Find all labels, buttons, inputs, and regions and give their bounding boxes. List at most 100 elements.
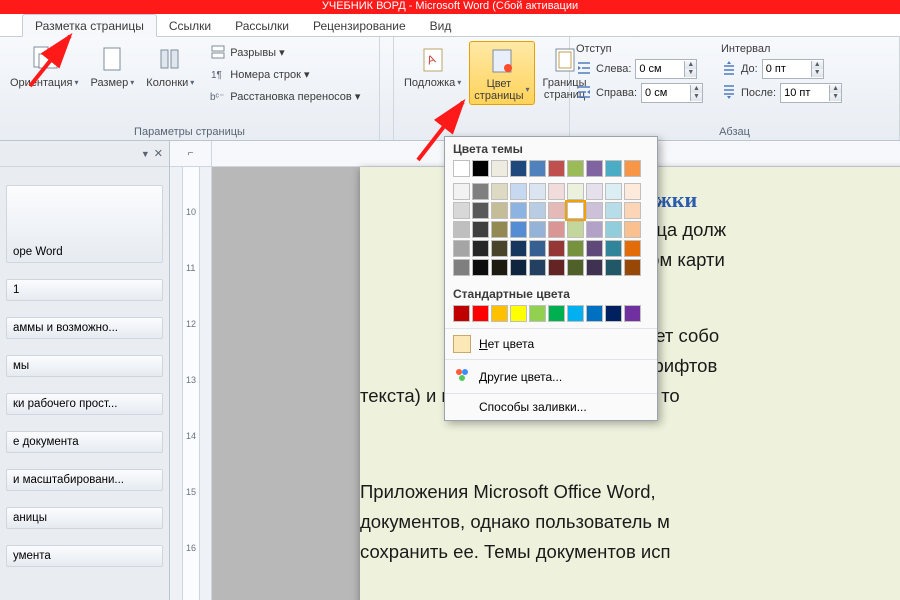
nav-item[interactable]: аницы: [6, 507, 163, 529]
color-swatch[interactable]: [453, 160, 470, 177]
color-swatch[interactable]: [491, 183, 508, 200]
color-swatch[interactable]: [510, 305, 527, 322]
color-swatch[interactable]: [586, 259, 603, 276]
spin-up-icon[interactable]: ▲: [812, 61, 823, 69]
color-swatch[interactable]: [605, 240, 622, 257]
more-colors-item[interactable]: Другие цвета...: [445, 359, 657, 393]
color-swatch[interactable]: [472, 305, 489, 322]
tab-page-layout[interactable]: Разметка страницы: [22, 14, 157, 37]
color-swatch[interactable]: [491, 202, 508, 219]
color-swatch[interactable]: [548, 259, 565, 276]
color-swatch[interactable]: [567, 221, 584, 238]
color-swatch[interactable]: [529, 202, 546, 219]
color-swatch[interactable]: [453, 305, 470, 322]
color-swatch[interactable]: [624, 240, 641, 257]
nav-item[interactable]: умента: [6, 545, 163, 567]
color-swatch[interactable]: [624, 202, 641, 219]
watermark-button[interactable]: A Подложка▾: [400, 41, 465, 91]
color-swatch[interactable]: [605, 160, 622, 177]
tab-view[interactable]: Вид: [418, 15, 464, 36]
color-swatch[interactable]: [472, 202, 489, 219]
color-swatch[interactable]: [586, 305, 603, 322]
color-swatch[interactable]: [529, 183, 546, 200]
no-color-item[interactable]: Нет цвета: [445, 328, 657, 359]
color-swatch[interactable]: [586, 240, 603, 257]
color-swatch[interactable]: [586, 160, 603, 177]
spin-down-icon[interactable]: ▼: [685, 69, 696, 77]
orientation-button[interactable]: Ориентация▾: [6, 41, 82, 91]
spacing-before-input[interactable]: ▲▼: [762, 59, 824, 79]
color-swatch[interactable]: [491, 259, 508, 276]
color-swatch[interactable]: [529, 160, 546, 177]
spin-up-icon[interactable]: ▲: [830, 85, 841, 93]
line-numbers-button[interactable]: 1¶ Номера строк ▾: [206, 63, 364, 85]
color-swatch[interactable]: [567, 240, 584, 257]
spin-down-icon[interactable]: ▼: [691, 93, 702, 101]
color-swatch[interactable]: [548, 183, 565, 200]
spacing-after-input[interactable]: ▲▼: [780, 83, 842, 103]
color-swatch[interactable]: [624, 183, 641, 200]
color-swatch[interactable]: [510, 240, 527, 257]
color-swatch[interactable]: [586, 202, 603, 219]
color-swatch[interactable]: [586, 183, 603, 200]
color-swatch[interactable]: [586, 221, 603, 238]
color-swatch[interactable]: [472, 160, 489, 177]
color-swatch[interactable]: [472, 240, 489, 257]
color-swatch[interactable]: [529, 259, 546, 276]
color-swatch[interactable]: [605, 259, 622, 276]
color-swatch[interactable]: [567, 259, 584, 276]
close-icon[interactable]: ✕: [154, 147, 163, 160]
nav-item[interactable]: и масштабировани...: [6, 469, 163, 491]
color-swatch[interactable]: [453, 259, 470, 276]
color-swatch[interactable]: [548, 202, 565, 219]
color-swatch[interactable]: [605, 305, 622, 322]
color-swatch[interactable]: [624, 259, 641, 276]
nav-item[interactable]: 1: [6, 279, 163, 301]
color-swatch[interactable]: [567, 305, 584, 322]
tab-mailings[interactable]: Рассылки: [223, 15, 301, 36]
chevron-down-icon[interactable]: ▼: [141, 149, 150, 159]
color-swatch[interactable]: [510, 160, 527, 177]
color-swatch[interactable]: [529, 240, 546, 257]
color-swatch[interactable]: [529, 221, 546, 238]
indent-left-input[interactable]: ▲▼: [635, 59, 697, 79]
color-swatch[interactable]: [605, 221, 622, 238]
color-swatch[interactable]: [548, 240, 565, 257]
color-swatch[interactable]: [472, 183, 489, 200]
color-swatch[interactable]: [624, 221, 641, 238]
color-swatch[interactable]: [548, 221, 565, 238]
color-swatch[interactable]: [491, 305, 508, 322]
color-swatch[interactable]: [453, 240, 470, 257]
columns-button[interactable]: Колонки▾: [142, 41, 198, 91]
nav-item[interactable]: мы: [6, 355, 163, 377]
tab-review[interactable]: Рецензирование: [301, 15, 418, 36]
page-color-button[interactable]: Цвет страницы▾: [469, 41, 534, 105]
nav-item[interactable]: аммы и возможно...: [6, 317, 163, 339]
color-swatch[interactable]: [472, 259, 489, 276]
color-swatch[interactable]: [548, 305, 565, 322]
color-swatch[interactable]: [548, 160, 565, 177]
color-swatch[interactable]: [510, 259, 527, 276]
color-swatch[interactable]: [624, 160, 641, 177]
color-swatch[interactable]: [491, 240, 508, 257]
color-swatch[interactable]: [510, 202, 527, 219]
nav-item[interactable]: ope Word: [6, 185, 163, 263]
color-swatch[interactable]: [491, 221, 508, 238]
color-swatch[interactable]: [453, 183, 470, 200]
color-swatch[interactable]: [567, 183, 584, 200]
spin-down-icon[interactable]: ▼: [812, 69, 823, 77]
spin-up-icon[interactable]: ▲: [691, 85, 702, 93]
color-swatch[interactable]: [472, 221, 489, 238]
color-swatch[interactable]: [453, 221, 470, 238]
spin-down-icon[interactable]: ▼: [830, 93, 841, 101]
hyphenation-button[interactable]: bᶜ⁻ Расстановка переносов ▾: [206, 85, 364, 107]
color-swatch[interactable]: [567, 202, 584, 219]
color-swatch[interactable]: [453, 202, 470, 219]
indent-right-input[interactable]: ▲▼: [641, 83, 703, 103]
nav-item[interactable]: е документа: [6, 431, 163, 453]
nav-item[interactable]: ки рабочего прост...: [6, 393, 163, 415]
breaks-button[interactable]: Разрывы ▾: [206, 41, 364, 63]
color-swatch[interactable]: [605, 183, 622, 200]
color-swatch[interactable]: [491, 160, 508, 177]
color-swatch[interactable]: [529, 305, 546, 322]
